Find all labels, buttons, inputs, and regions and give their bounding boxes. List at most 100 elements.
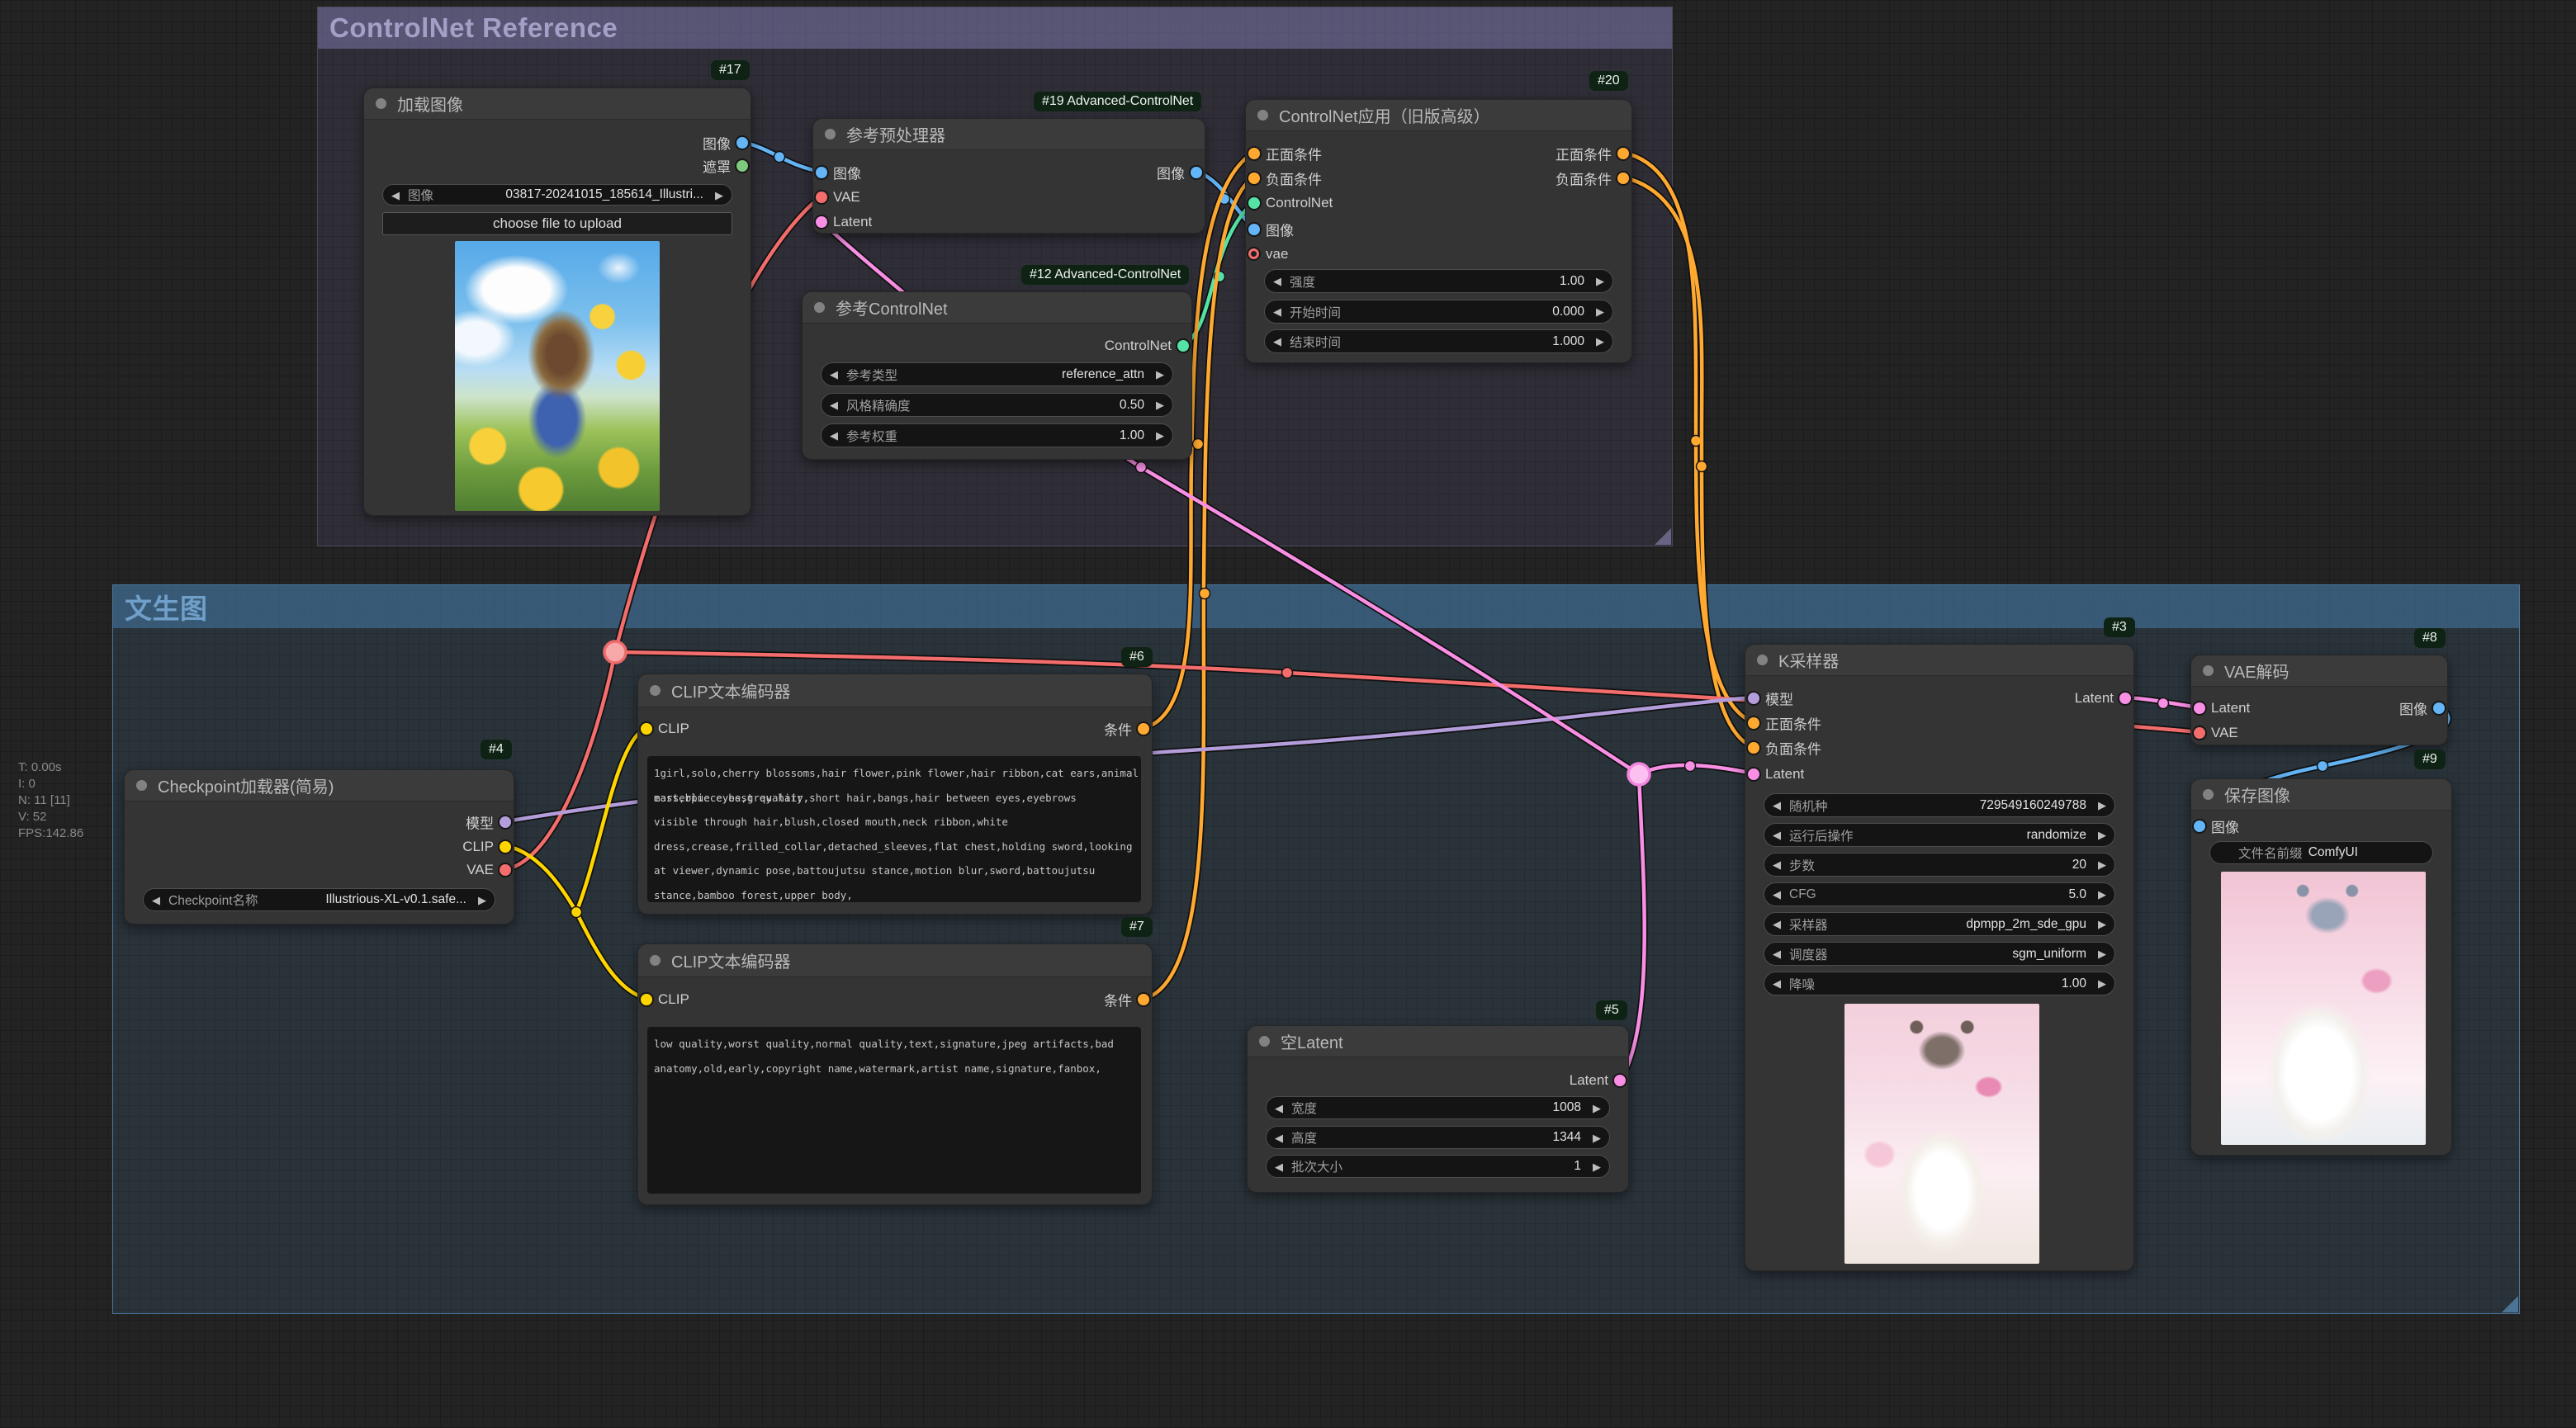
node-load-image[interactable]: 加载图像图像遮罩◀图像03817-20241015_185614_Illustr… [363, 87, 751, 516]
increment-arrow-icon[interactable]: ▶ [707, 190, 732, 201]
负面条件-input-port[interactable] [1748, 742, 1759, 754]
increment-arrow-icon[interactable]: ▶ [1588, 306, 1612, 317]
increment-arrow-icon[interactable]: ▶ [470, 895, 495, 906]
apply-controlnet-start-percent-field[interactable]: ◀开始时间0.000▶ [1264, 300, 1613, 324]
increment-arrow-icon[interactable]: ▶ [1148, 400, 1172, 410]
node-vae-decode[interactable]: VAE解码LatentVAE图像 [2190, 655, 2448, 745]
node-reference-controlnet[interactable]: 参考ControlNetControlNet◀参考类型reference_att… [802, 291, 1192, 460]
increment-arrow-icon[interactable]: ▶ [2090, 889, 2114, 900]
empty-latent-width-field[interactable]: ◀宽度1008▶ [1266, 1096, 1610, 1119]
ControlNet-input-port[interactable] [1248, 197, 1260, 209]
ksampler-sampler-name-select[interactable]: ◀采样器dpmpp_2m_sde_gpu▶ [1764, 912, 2115, 936]
遮罩-output-port[interactable] [736, 160, 748, 172]
increment-arrow-icon[interactable]: ▶ [2090, 919, 2114, 929]
正面条件-output-port[interactable] [1617, 148, 1629, 159]
node-vae-decode-titlebar[interactable]: VAE解码 [2191, 655, 2447, 687]
increment-arrow-icon[interactable]: ▶ [1584, 1132, 1609, 1143]
increment-arrow-icon[interactable]: ▶ [1148, 369, 1172, 380]
Latent-output-port[interactable] [2119, 693, 2131, 704]
图像-output-port[interactable] [736, 137, 748, 149]
decrement-arrow-icon[interactable]: ◀ [1267, 1103, 1291, 1114]
comfyui-canvas[interactable]: { "app": "ComfyUI node graph", "stats": … [0, 0, 2576, 1428]
decrement-arrow-icon[interactable]: ◀ [1764, 889, 1789, 900]
node-empty-latent-titlebar[interactable]: 空Latent [1248, 1026, 1628, 1057]
vae-input-port[interactable] [1248, 248, 1259, 259]
ksampler-seed-field[interactable]: ◀随机种729549160249788▶ [1764, 793, 2115, 817]
node-checkpoint-loader[interactable]: Checkpoint加载器(简易)模型CLIPVAE◀Checkpoint名称I… [124, 769, 514, 924]
decrement-arrow-icon[interactable]: ◀ [1267, 1161, 1291, 1172]
ControlNet-output-port[interactable] [1177, 340, 1189, 352]
node-empty-latent[interactable]: 空LatentLatent◀宽度1008▶◀高度1344▶◀批次大小1▶ [1247, 1025, 1629, 1193]
decrement-arrow-icon[interactable]: ◀ [1764, 978, 1789, 989]
increment-arrow-icon[interactable]: ▶ [1588, 276, 1612, 286]
Latent-input-port[interactable] [1748, 768, 1759, 780]
group-controlnet-reference-resize-grip-icon[interactable] [1655, 528, 1671, 545]
ksampler-cfg-field[interactable]: ◀CFG5.0▶ [1764, 882, 2115, 906]
collapse-dot-icon[interactable] [2203, 789, 2214, 800]
图像-output-port[interactable] [2433, 702, 2445, 714]
empty-latent-height-field[interactable]: ◀高度1344▶ [1266, 1126, 1610, 1149]
collapse-dot-icon[interactable] [376, 98, 386, 109]
increment-arrow-icon[interactable]: ▶ [1584, 1103, 1609, 1114]
increment-arrow-icon[interactable]: ▶ [2090, 800, 2114, 811]
group-txt2img-resize-grip-icon[interactable] [2502, 1296, 2518, 1312]
decrement-arrow-icon[interactable]: ◀ [822, 400, 846, 410]
负面条件-output-port[interactable] [1617, 173, 1629, 184]
increment-arrow-icon[interactable]: ▶ [2090, 859, 2114, 870]
图像-input-port[interactable] [2194, 820, 2205, 832]
VAE-output-port[interactable] [500, 864, 511, 876]
collapse-dot-icon[interactable] [825, 129, 836, 139]
collapse-dot-icon[interactable] [1757, 655, 1768, 665]
decrement-arrow-icon[interactable]: ◀ [1764, 830, 1789, 840]
decrement-arrow-icon[interactable]: ◀ [1267, 1132, 1291, 1143]
node-checkpoint-loader-titlebar[interactable]: Checkpoint加载器(简易) [125, 770, 514, 801]
load-image-image-select-select[interactable]: ◀图像03817-20241015_185614_Illustri...▶ [382, 184, 732, 206]
node-ksampler-titlebar[interactable]: K采样器 [1745, 645, 2133, 676]
collapse-dot-icon[interactable] [136, 780, 147, 791]
collapse-dot-icon[interactable] [814, 302, 825, 313]
decrement-arrow-icon[interactable]: ◀ [1265, 336, 1290, 347]
increment-arrow-icon[interactable]: ▶ [1148, 430, 1172, 441]
CLIP-output-port[interactable] [500, 841, 511, 853]
apply-controlnet-end-percent-field[interactable]: ◀结束时间1.000▶ [1264, 329, 1613, 353]
node-save-image-titlebar[interactable]: 保存图像 [2191, 779, 2451, 811]
decrement-arrow-icon[interactable]: ◀ [822, 369, 846, 380]
clip-encode-negative-prompt-textarea[interactable]: low quality,worst quality,normal quality… [647, 1027, 1141, 1194]
图像-output-port[interactable] [1191, 167, 1202, 178]
increment-arrow-icon[interactable]: ▶ [2090, 978, 2114, 989]
ksampler-steps-field[interactable]: ◀步数20▶ [1764, 853, 2115, 877]
条件-output-port[interactable] [1138, 723, 1149, 735]
decrement-arrow-icon[interactable]: ◀ [144, 895, 168, 906]
clip-encode-positive-prompt-textarea[interactable]: 1girl,solo,cherry blossoms,hair flower,p… [647, 756, 1141, 902]
VAE-input-port[interactable] [816, 192, 827, 203]
node-ksampler[interactable]: K采样器模型正面条件负面条件LatentLatent◀随机种7295491602… [1745, 644, 2134, 1271]
collapse-dot-icon[interactable] [1257, 110, 1268, 121]
reference-controlnet-reference-weight-field[interactable]: ◀参考权重1.00▶ [821, 423, 1173, 447]
node-clip-encode-positive[interactable]: CLIP文本编码器CLIP条件1girl,solo,cherry blossom… [637, 674, 1153, 915]
node-apply-controlnet-titlebar[interactable]: ControlNet应用（旧版高级） [1246, 100, 1631, 131]
checkpoint-loader-ckpt-name-select[interactable]: ◀Checkpoint名称Illustrious-XL-v0.1.safe...… [143, 888, 495, 911]
group-txt2img-titlebar[interactable]: 文生图 [113, 585, 2519, 628]
collapse-dot-icon[interactable] [2203, 665, 2214, 676]
VAE-input-port[interactable] [2194, 727, 2205, 739]
collapse-dot-icon[interactable] [650, 685, 661, 696]
decrement-arrow-icon[interactable]: ◀ [383, 190, 408, 201]
decrement-arrow-icon[interactable]: ◀ [1764, 859, 1789, 870]
reference-controlnet-style-fidelity-field[interactable]: ◀风格精确度0.50▶ [821, 393, 1173, 417]
decrement-arrow-icon[interactable]: ◀ [1764, 919, 1789, 929]
node-reference-preprocessor-titlebar[interactable]: 参考预处理器 [813, 119, 1205, 150]
decrement-arrow-icon[interactable]: ◀ [822, 430, 846, 441]
模型-output-port[interactable] [500, 816, 511, 828]
node-apply-controlnet[interactable]: ControlNet应用（旧版高级）正面条件负面条件ControlNet图像va… [1245, 99, 1632, 363]
node-save-image[interactable]: 保存图像图像文件名前缀ComfyUI [2190, 778, 2452, 1156]
node-clip-encode-negative-titlebar[interactable]: CLIP文本编码器 [638, 944, 1152, 977]
empty-latent-batch-size-field[interactable]: ◀批次大小1▶ [1266, 1155, 1610, 1178]
Latent-input-port[interactable] [816, 216, 827, 228]
decrement-arrow-icon[interactable]: ◀ [1265, 306, 1290, 317]
increment-arrow-icon[interactable]: ▶ [2090, 948, 2114, 959]
node-clip-encode-negative[interactable]: CLIP文本编码器CLIP条件low quality,worst quality… [637, 943, 1153, 1205]
ksampler-control-after-generate-select[interactable]: ◀运行后操作randomize▶ [1764, 823, 2115, 847]
decrement-arrow-icon[interactable]: ◀ [1764, 948, 1789, 959]
条件-output-port[interactable] [1138, 994, 1149, 1005]
collapse-dot-icon[interactable] [650, 955, 661, 966]
